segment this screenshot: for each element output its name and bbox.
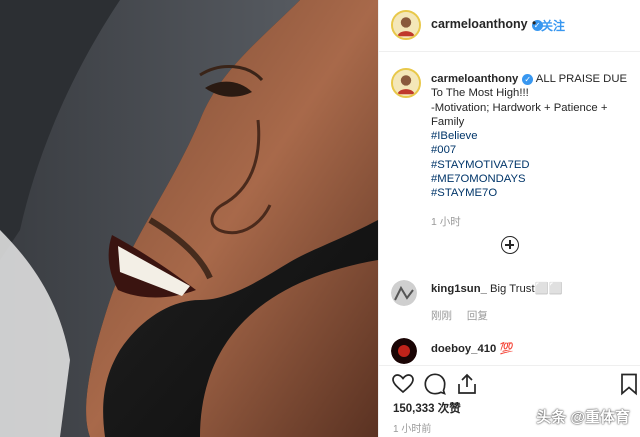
commenter-username[interactable]: doeboy_410 <box>431 343 496 355</box>
watermark-text: 头条 @重体育 <box>536 409 630 426</box>
separator-dot: • <box>532 16 537 30</box>
heart-icon[interactable] <box>391 372 415 396</box>
share-icon[interactable] <box>455 372 479 396</box>
post-timestamp: 1 小时前 <box>393 424 432 435</box>
plus-circle-icon[interactable] <box>501 236 519 254</box>
bookmark-icon[interactable] <box>617 372 640 396</box>
author-avatar[interactable] <box>391 10 421 40</box>
verified-badge-icon: ✓ <box>522 74 534 85</box>
reply-button[interactable]: 回复 <box>467 310 488 322</box>
likes-count[interactable]: 150,333 次赞 <box>393 400 461 416</box>
comment-meta: 刚刚 回复 <box>431 308 500 323</box>
hashtag-link[interactable]: #IBelieve <box>431 129 631 143</box>
caption-text: carmeloanthony ✓ ALL PRAISE DUE To The Mo… <box>431 72 631 201</box>
commenter-avatar[interactable] <box>391 338 417 364</box>
caption-author-avatar[interactable] <box>391 68 421 98</box>
commenter-avatar[interactable] <box>391 280 417 306</box>
hashtag-link[interactable]: #STAYMOTIVA7ED <box>431 158 631 172</box>
caption-username[interactable]: carmeloanthony <box>431 73 518 85</box>
caption-time: 1 小时 <box>431 216 461 228</box>
commenter-username[interactable]: king1sun_ <box>431 283 487 295</box>
comment-time: 刚刚 <box>431 310 452 322</box>
comment-icon[interactable] <box>423 372 447 396</box>
post-photo[interactable] <box>0 0 378 437</box>
caption-line: -Motivation; Hardwork + Patience + Famil… <box>431 101 608 128</box>
post-header: carmeloanthony ✓ • 关注 <box>379 0 640 52</box>
hashtag-link[interactable]: #ME7OMONDAYS <box>431 172 631 186</box>
post-side-panel: carmeloanthony ✓ • 关注 carmeloanthony ✓ ALL… <box>378 0 640 437</box>
follow-button[interactable]: 关注 <box>541 17 565 34</box>
comment-text: doeboy_410 💯 <box>431 342 514 355</box>
comment-body: 💯 <box>499 343 514 355</box>
comment-text: king1sun_ Big Trust⬜⬜ <box>431 282 563 295</box>
comment-body: Big Trust⬜⬜ <box>490 283 563 295</box>
hashtag-link[interactable]: #007 <box>431 143 631 157</box>
author-username[interactable]: carmeloanthony ✓ <box>431 17 543 31</box>
hashtag-link[interactable]: #STAYME7O <box>431 186 631 200</box>
